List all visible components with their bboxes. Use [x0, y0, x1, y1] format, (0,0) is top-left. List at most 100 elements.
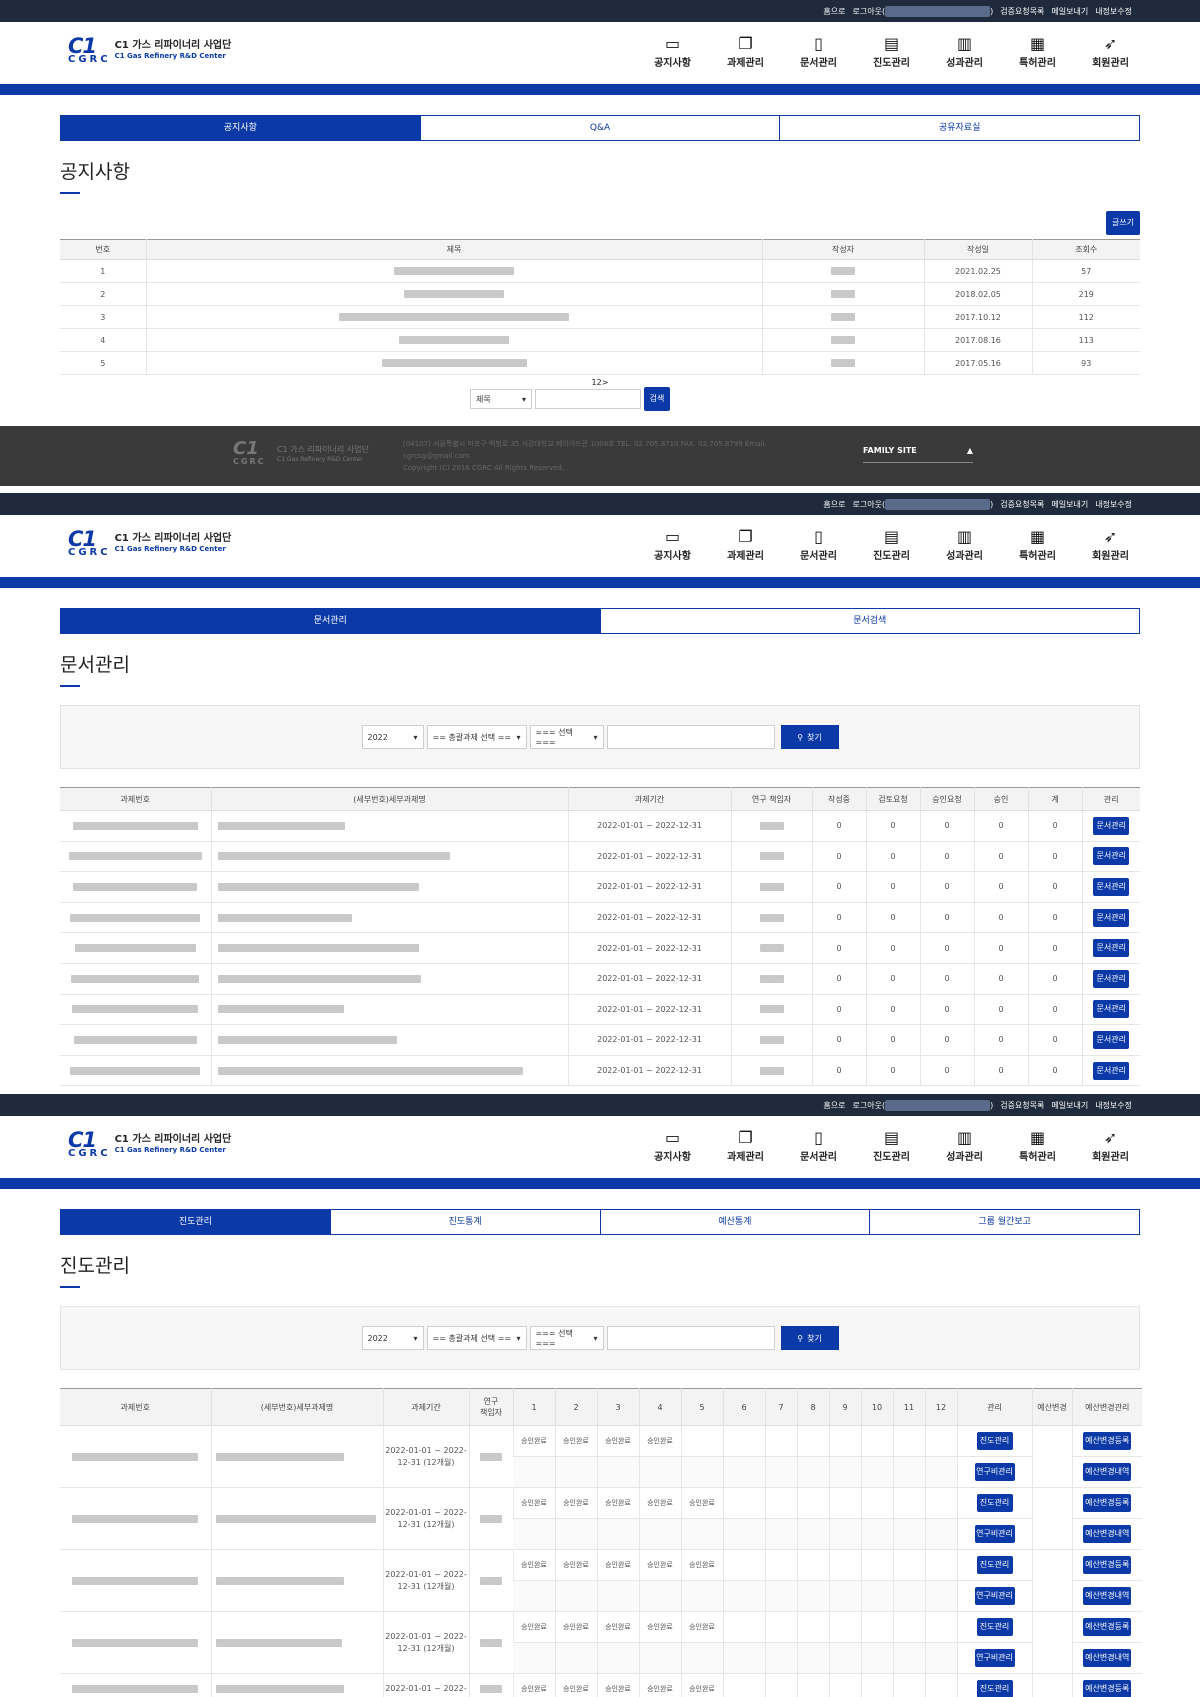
nav-project[interactable]: ❐ 과제관리 — [721, 34, 770, 69]
nav-docs[interactable]: ▯ 문서관리 — [794, 527, 843, 562]
nav-docs[interactable]: ▯ 문서관리 — [794, 34, 843, 69]
budget-change-history-button[interactable]: 예산변경내역 — [1083, 1525, 1132, 1543]
doc-manage-button[interactable]: 문서관리 — [1093, 939, 1130, 958]
budget-change-register-button[interactable]: 예산변경등록 — [1083, 1494, 1132, 1512]
search-button[interactable]: 검색 — [644, 387, 670, 411]
find-button[interactable]: ⚲ 찾기 — [780, 1326, 839, 1350]
write-button[interactable]: 글쓰기 — [1106, 211, 1140, 235]
research-fund-button[interactable]: 연구비관리 — [974, 1649, 1015, 1667]
nav-member[interactable]: ➶ 회원관리 — [1086, 34, 1135, 69]
table-row[interactable]: 2022-01-01 ~ 2022-12-31 (12개월) 승인완료 승인완료 승인… — [60, 1487, 1142, 1550]
doc-manage-button[interactable]: 문서관리 — [1093, 908, 1130, 927]
budget-change-history-button[interactable]: 예산변경내역 — [1083, 1463, 1132, 1481]
edit-profile-link[interactable]: 내정보수정 — [1095, 1100, 1132, 1111]
nav-notice[interactable]: ▭ 공지사항 — [648, 1128, 697, 1163]
home-link[interactable]: 홈으로 — [823, 499, 845, 510]
nav-member[interactable]: ➶ 회원관리 — [1086, 527, 1135, 562]
tab-notice[interactable]: 공지사항 — [61, 116, 420, 140]
main-project-select[interactable]: == 총괄과제 선택 == ▾ — [426, 1326, 527, 1350]
site-logo[interactable]: C1 CGRC C1 가스 리파이너리 사업단 C1 Gas Refinery R&… — [68, 1130, 231, 1159]
budget-change-register-button[interactable]: 예산변경등록 — [1083, 1680, 1132, 1697]
verify-list-link[interactable]: 검증요청목록 — [1000, 6, 1044, 17]
year-select[interactable]: 2022 ▾ — [361, 1326, 424, 1350]
home-link[interactable]: 홈으로 — [823, 1100, 845, 1111]
tab-qna[interactable]: Q&A — [419, 116, 780, 140]
doc-manage-button[interactable]: 문서관리 — [1093, 816, 1130, 835]
tab-progress[interactable]: 진도관리 — [61, 1210, 330, 1234]
sub-select[interactable]: === 선택 === ▾ — [529, 1326, 604, 1350]
logout-link[interactable]: 로그아웃() — [853, 5, 993, 17]
keyword-input[interactable] — [606, 725, 775, 749]
table-row[interactable]: 2022-01-01 ~ 2022-12-31 (12개월) 승인완료 승인완료 승인… — [60, 1425, 1142, 1488]
nav-patent[interactable]: ▦ 특허관리 — [1013, 527, 1062, 562]
research-fund-button[interactable]: 연구비관리 — [974, 1587, 1015, 1605]
doc-manage-button[interactable]: 문서관리 — [1093, 1030, 1130, 1049]
nav-progress[interactable]: ▤ 진도관리 — [867, 34, 916, 69]
nav-patent[interactable]: ▦ 특허관리 — [1013, 34, 1062, 69]
table-row[interactable]: 2022-01-01 ~ 2022-12-31 0 0 0 0 0 문서관리 — [60, 963, 1140, 995]
table-row[interactable]: 2022-01-01 ~ 2022-12-31 0 0 0 0 0 문서관리 — [60, 902, 1140, 934]
nav-performance[interactable]: ▥ 성과관리 — [940, 527, 989, 562]
tab-budget-stats[interactable]: 예산통계 — [599, 1210, 870, 1234]
doc-manage-button[interactable]: 문서관리 — [1093, 877, 1130, 896]
progress-manage-button[interactable]: 진도관리 — [976, 1432, 1013, 1450]
budget-change-register-button[interactable]: 예산변경등록 — [1083, 1618, 1132, 1636]
edit-profile-link[interactable]: 내정보수정 — [1095, 6, 1132, 17]
verify-list-link[interactable]: 검증요청목록 — [1000, 1100, 1044, 1111]
nav-performance[interactable]: ▥ 성과관리 — [940, 34, 989, 69]
tab-progress-stats[interactable]: 진도통계 — [329, 1210, 600, 1234]
main-project-select[interactable]: == 총괄과제 선택 == ▾ — [426, 725, 527, 749]
budget-change-register-button[interactable]: 예산변경등록 — [1083, 1556, 1132, 1574]
table-row[interactable]: 2022-01-01 ~ 2022-12-31 (12개월) 승인완료 승인완료 승인… — [60, 1611, 1142, 1674]
pagination[interactable]: 12> — [60, 378, 1140, 387]
tab-shared-files[interactable]: 공유자료실 — [779, 116, 1139, 140]
nav-member[interactable]: ➶ 회원관리 — [1086, 1128, 1135, 1163]
send-mail-link[interactable]: 메일보내기 — [1051, 499, 1088, 510]
research-fund-button[interactable]: 연구비관리 — [974, 1463, 1015, 1481]
site-logo[interactable]: C1 CGRC C1 가스 리파이너리 사업단 C1 Gas Refinery R&… — [68, 529, 231, 558]
table-row[interactable]: 2022-01-01 ~ 2022-12-31 (12개월) 승인완료 승인완료 승인… — [60, 1549, 1142, 1612]
table-row[interactable]: 5 2017.05.16 93 — [60, 351, 1140, 375]
budget-change-history-button[interactable]: 예산변경내역 — [1083, 1649, 1132, 1667]
nav-notice[interactable]: ▭ 공지사항 — [648, 527, 697, 562]
nav-performance[interactable]: ▥ 성과관리 — [940, 1128, 989, 1163]
verify-list-link[interactable]: 검증요청목록 — [1000, 499, 1044, 510]
budget-change-history-button[interactable]: 예산변경내역 — [1083, 1587, 1132, 1605]
table-row[interactable]: 2022-01-01 ~ 2022-12-31 0 0 0 0 0 문서관리 — [60, 810, 1140, 842]
send-mail-link[interactable]: 메일보내기 — [1051, 1100, 1088, 1111]
site-logo[interactable]: C1 CGRC C1 가스 리파이너리 사업단 C1 Gas Refinery R&… — [68, 36, 231, 65]
progress-manage-button[interactable]: 진도관리 — [976, 1680, 1013, 1697]
nav-project[interactable]: ❐ 과제관리 — [721, 527, 770, 562]
nav-patent[interactable]: ▦ 특허관리 — [1013, 1128, 1062, 1163]
nav-progress[interactable]: ▤ 진도관리 — [867, 527, 916, 562]
nav-docs[interactable]: ▯ 문서관리 — [794, 1128, 843, 1163]
nav-progress[interactable]: ▤ 진도관리 — [867, 1128, 916, 1163]
table-row[interactable]: 4 2017.08.16 113 — [60, 328, 1140, 352]
logout-link[interactable]: 로그아웃() — [853, 1099, 993, 1111]
budget-change-register-button[interactable]: 예산변경등록 — [1083, 1432, 1132, 1450]
table-row[interactable]: 2022-01-01 ~ 2022-12-31 0 0 0 0 0 문서관리 — [60, 871, 1140, 903]
table-row[interactable]: 2 2018.02.05 219 — [60, 282, 1140, 306]
year-select[interactable]: 2022 ▾ — [361, 725, 424, 749]
nav-notice[interactable]: ▭ 공지사항 — [648, 34, 697, 69]
table-row[interactable]: 2022-01-01 ~ 2022-12-31 0 0 0 0 0 문서관리 — [60, 1024, 1140, 1056]
send-mail-link[interactable]: 메일보내기 — [1051, 6, 1088, 17]
family-site-select[interactable]: FAMILY SITE ▲ — [863, 439, 973, 463]
home-link[interactable]: 홈으로 — [823, 6, 845, 17]
keyword-input[interactable] — [606, 1326, 775, 1350]
table-row[interactable]: 3 2017.10.12 112 — [60, 305, 1140, 329]
search-field-select[interactable]: 제목 ▾ — [470, 389, 532, 409]
table-row[interactable]: 2022-01-01 ~ 2022- 승인완료 승인완료 승인완료 승인완료 승인완료 진도… — [60, 1673, 1142, 1697]
tab-group-monthly[interactable]: 그룹 월간보고 — [869, 1210, 1139, 1234]
edit-profile-link[interactable]: 내정보수정 — [1095, 499, 1132, 510]
sub-select[interactable]: === 선택 === ▾ — [529, 725, 604, 749]
doc-manage-button[interactable]: 문서관리 — [1093, 1061, 1130, 1080]
doc-manage-button[interactable]: 문서관리 — [1093, 969, 1130, 988]
table-row[interactable]: 1 2021.02.25 57 — [60, 259, 1140, 283]
table-row[interactable]: 2022-01-01 ~ 2022-12-31 0 0 0 0 0 문서관리 — [60, 932, 1140, 964]
find-button[interactable]: ⚲ 찾기 — [780, 725, 839, 749]
progress-manage-button[interactable]: 진도관리 — [976, 1556, 1013, 1574]
table-row[interactable]: 2022-01-01 ~ 2022-12-31 0 0 0 0 0 문서관리 — [60, 841, 1140, 873]
table-row[interactable]: 2022-01-01 ~ 2022-12-31 0 0 0 0 0 문서관리 — [60, 994, 1140, 1026]
research-fund-button[interactable]: 연구비관리 — [974, 1525, 1015, 1543]
